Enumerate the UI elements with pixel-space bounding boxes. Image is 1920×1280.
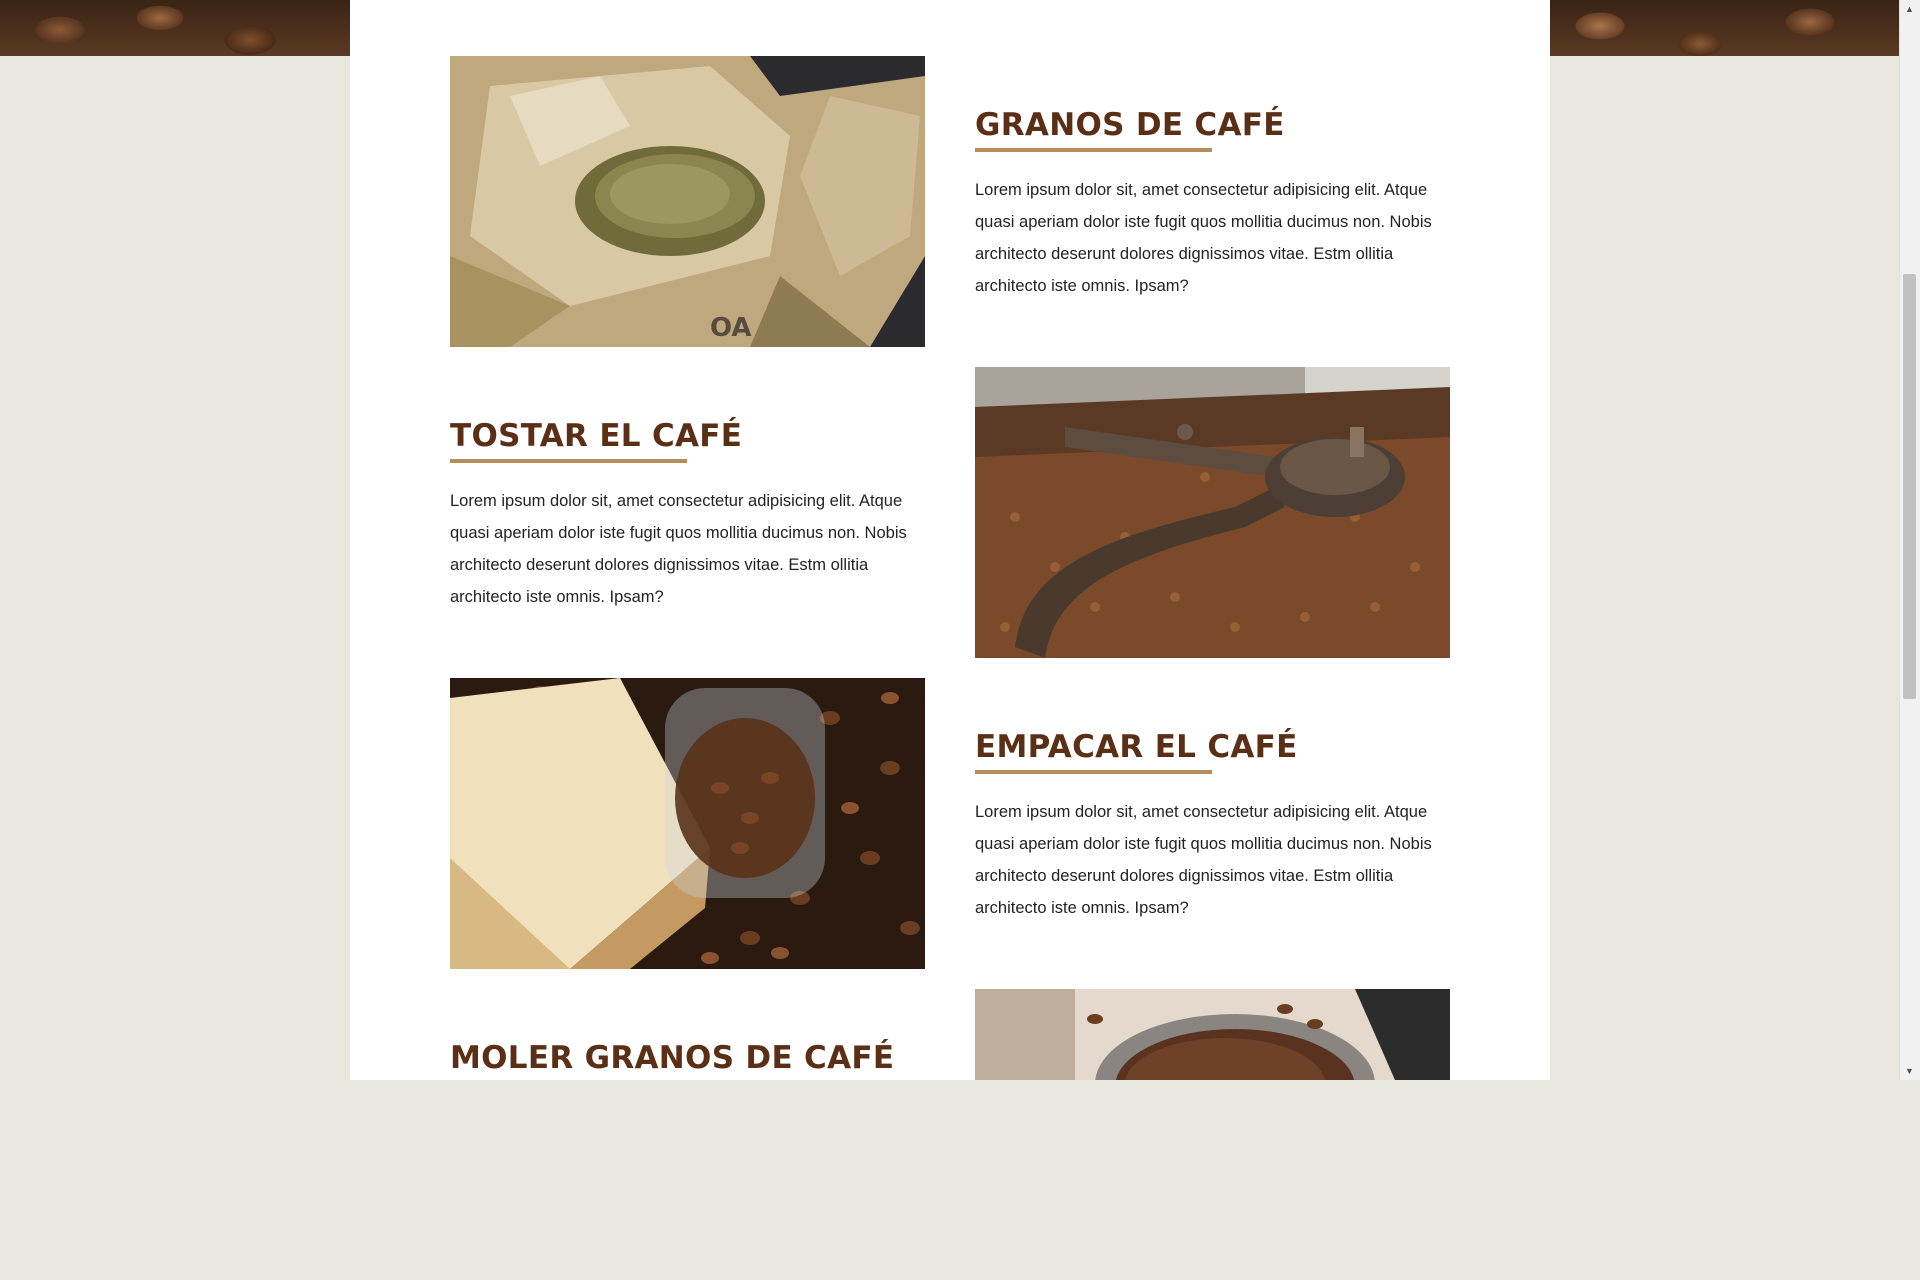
section-text-tostar: TOSTAR EL CAFÉ Lorem ipsum dolor sit, am… (450, 417, 925, 613)
content-panel: OA GRANOS DE CAFÉ Lorem ipsum dolor sit,… (350, 0, 1550, 1080)
scrollbar-thumb[interactable] (1903, 274, 1916, 699)
ground-coffee-image (975, 989, 1450, 1080)
title-underline (975, 148, 1212, 152)
section-title: TOSTAR EL CAFÉ (450, 418, 743, 454)
section-body: Lorem ipsum dolor sit, amet consectetur … (450, 492, 907, 606)
section-row-tostar: TOSTAR EL CAFÉ Lorem ipsum dolor sit, am… (450, 367, 1450, 658)
section-text-empacar: EMPACAR EL CAFÉ Lorem ipsum dolor sit, a… (975, 728, 1450, 924)
scroll-up-arrow-icon[interactable]: ▲ (1905, 4, 1914, 14)
page-scrollbar[interactable]: ▲ ▼ (1899, 0, 1920, 1080)
coffee-roaster-image (975, 367, 1450, 658)
section-title: MOLER GRANOS DE CAFÉ (450, 1040, 895, 1076)
section-title: EMPACAR EL CAFÉ (975, 729, 1298, 765)
section-row-granos: OA GRANOS DE CAFÉ Lorem ipsum dolor sit,… (450, 56, 1450, 347)
scroll-down-arrow-icon[interactable]: ▼ (1905, 1066, 1914, 1076)
section-row-empacar: EMPACAR EL CAFÉ Lorem ipsum dolor sit, a… (450, 678, 1450, 969)
section-text-moler: MOLER GRANOS DE CAFÉ (450, 1039, 925, 1077)
title-underline (975, 770, 1212, 774)
section-text-granos: GRANOS DE CAFÉ Lorem ipsum dolor sit, am… (975, 106, 1450, 302)
title-underline (450, 459, 687, 463)
section-row-moler: MOLER GRANOS DE CAFÉ (450, 989, 1450, 1280)
coffee-bag-glass-image (450, 678, 925, 969)
svg-text:OA: OA (710, 313, 752, 343)
section-body: Lorem ipsum dolor sit, amet consectetur … (975, 803, 1432, 917)
section-body: Lorem ipsum dolor sit, amet consectetur … (975, 181, 1432, 295)
section-title: GRANOS DE CAFÉ (975, 107, 1285, 143)
coffee-beans-sack-image: OA (450, 56, 925, 347)
